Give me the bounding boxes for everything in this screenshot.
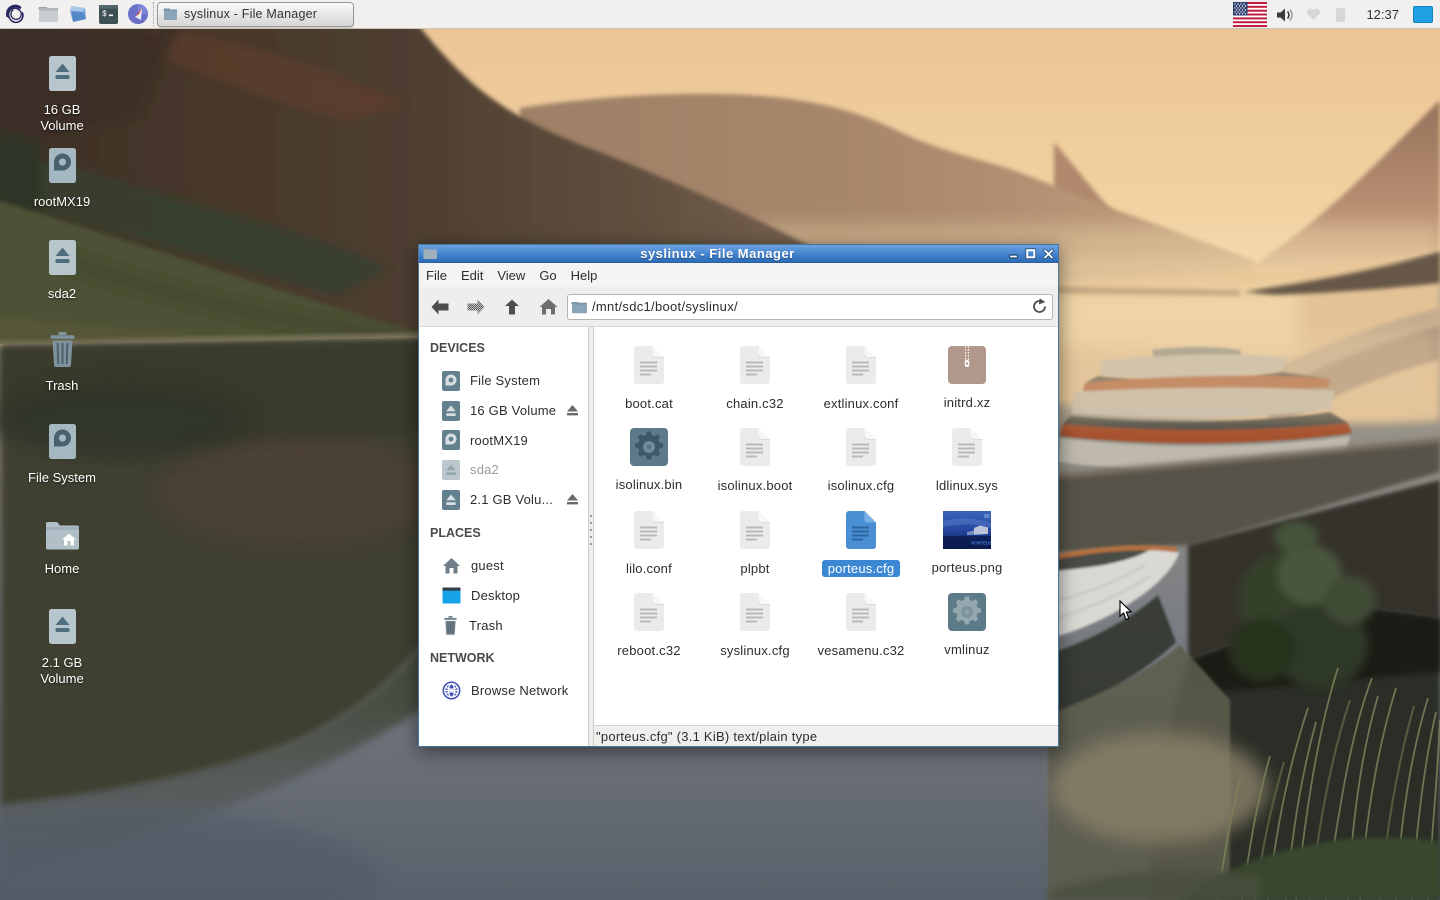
- svg-text:$: $: [102, 10, 107, 19]
- svg-text:PORTEUS: PORTEUS: [972, 541, 992, 546]
